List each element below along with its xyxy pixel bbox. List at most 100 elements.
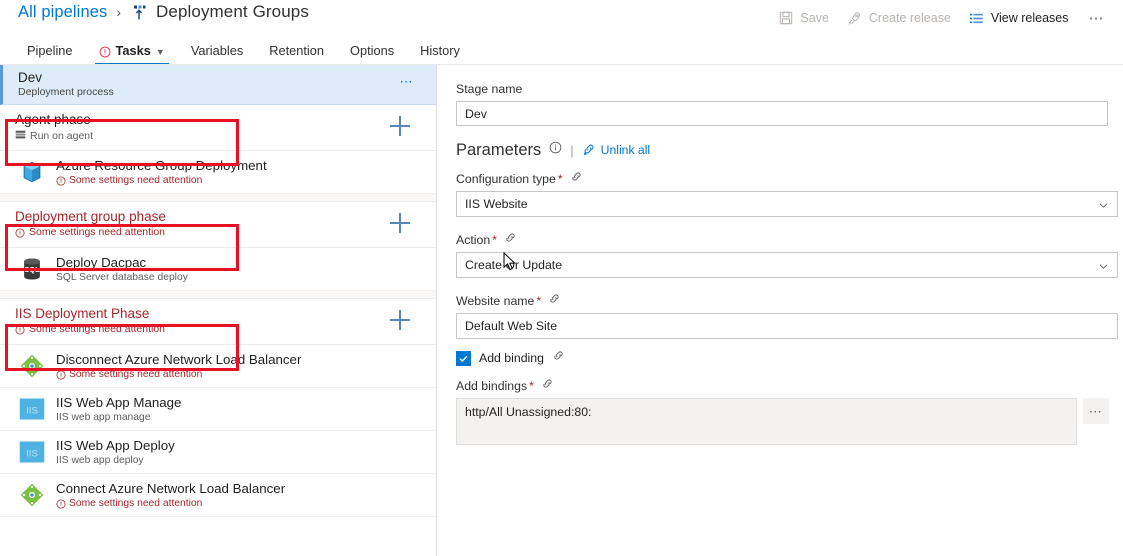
configuration-type-select-wrap: [456, 191, 1118, 217]
link-icon[interactable]: [570, 170, 583, 187]
top-bar: All pipelines › Deployment Groups Save C…: [0, 0, 1123, 36]
page-title: Deployment Groups: [156, 2, 309, 21]
phase-row-agent-phase[interactable]: Agent phase Run on agent: [0, 105, 436, 151]
website-name-label: Website name *: [456, 292, 1109, 309]
required-marker: *: [536, 293, 542, 308]
unlink-all-button[interactable]: Unlink all: [582, 142, 650, 159]
task-row-disconnect-azure-network-load-balancer[interactable]: Disconnect Azure Network Load Balancer S…: [0, 345, 436, 388]
load-balancer-icon: [18, 352, 46, 380]
create-release-button[interactable]: Create release: [839, 6, 959, 30]
task-title: IIS Web App Deploy: [56, 438, 175, 453]
tab-tasks[interactable]: Tasks ▼: [86, 43, 178, 65]
breadcrumb-separator-icon: ›: [116, 4, 122, 20]
svg-text:IIS: IIS: [26, 405, 38, 416]
task-row-iis-web-app-manage[interactable]: IIS IIS Web App Manage IIS web app manag…: [0, 388, 436, 431]
warning-icon: [99, 46, 111, 58]
add-bindings-more-button[interactable]: ⋯: [1083, 398, 1109, 424]
top-action-bar: Save Create release View releases ⋯: [770, 6, 1115, 30]
info-icon[interactable]: [549, 141, 562, 159]
task-title: Deploy Dacpac: [56, 255, 147, 270]
deployment-process-header[interactable]: Dev Deployment process ⋯: [0, 65, 436, 105]
task-subtitle: IIS web app deploy: [56, 455, 144, 466]
add-bindings-row: ⋯: [456, 398, 1109, 445]
view-releases-button[interactable]: View releases: [961, 6, 1077, 30]
task-row-azure-resource-group-deployment[interactable]: Azure Resource Group Deployment Some set…: [0, 151, 436, 194]
tab-options-label: Options: [350, 43, 395, 59]
view-releases-button-label: View releases: [990, 11, 1069, 25]
chevron-down-icon: ▼: [155, 47, 165, 58]
task-subtitle: Some settings need attention: [69, 175, 203, 186]
azure-cube-icon: [18, 158, 46, 186]
tab-tasks-label: Tasks: [115, 43, 151, 59]
more-actions-button[interactable]: ⋯: [1079, 9, 1116, 28]
phase-separator: [0, 194, 436, 202]
required-marker: *: [492, 232, 497, 247]
task-text: Azure Resource Group Deployment Some set…: [56, 157, 267, 187]
sql-icon: SQL: [18, 255, 46, 283]
configuration-type-select[interactable]: [456, 191, 1118, 217]
configuration-type-label-text: Configuration type: [456, 171, 556, 186]
phase-row-iis-deployment-phase[interactable]: IIS Deployment Phase Some settings need …: [0, 299, 436, 345]
task-row-deploy-dacpac[interactable]: SQL Deploy Dacpac SQL Server database de…: [0, 248, 436, 291]
tab-retention[interactable]: Retention: [256, 44, 337, 65]
action-select-wrap: [456, 252, 1118, 278]
add-task-to-deployment-group-phase-button[interactable]: [390, 213, 410, 233]
configuration-type-label: Configuration type *: [456, 170, 1109, 187]
deployment-process-more-button[interactable]: ⋯: [400, 75, 415, 88]
phase-row-deployment-group-phase[interactable]: Deployment group phase Some settings nee…: [0, 202, 436, 248]
save-button[interactable]: Save: [770, 6, 837, 30]
task-row-iis-web-app-deploy[interactable]: IIS IIS Web App Deploy IIS web app deplo…: [0, 431, 436, 474]
task-subtitle-wrap: Some settings need attention: [56, 497, 285, 510]
task-subtitle: Some settings need attention: [69, 369, 203, 380]
task-row-connect-azure-network-load-balancer[interactable]: Connect Azure Network Load Balancer Some…: [0, 474, 436, 517]
iis-icon: IIS: [18, 395, 46, 423]
list-icon: [969, 10, 985, 26]
task-text: Deploy Dacpac SQL Server database deploy: [56, 254, 188, 284]
link-icon[interactable]: [504, 231, 517, 248]
deployment-group-icon: [130, 4, 148, 22]
link-icon[interactable]: [548, 292, 561, 309]
save-icon: [778, 10, 794, 26]
website-name-input[interactable]: [456, 313, 1118, 339]
task-text: IIS Web App Manage IIS web app manage: [56, 394, 181, 424]
breadcrumb-all-pipelines[interactable]: All pipelines: [18, 3, 107, 22]
phase-title: Agent phase: [15, 112, 91, 127]
phase-subtitle-wrap: Run on agent: [15, 129, 436, 144]
task-title: Azure Resource Group Deployment: [56, 158, 267, 173]
load-balancer-icon: [18, 481, 46, 509]
tab-variables-label: Variables: [190, 43, 244, 59]
tab-pipeline[interactable]: Pipeline: [14, 44, 86, 65]
tab-options[interactable]: Options: [337, 43, 407, 65]
action-select[interactable]: [456, 252, 1118, 278]
iis-icon: IIS: [18, 438, 46, 466]
unlink-icon: [582, 142, 596, 159]
deployment-groups-page: All pipelines › Deployment Groups Save C…: [0, 0, 1123, 556]
tab-history[interactable]: History: [407, 44, 473, 65]
parameters-heading: Parameters: [456, 141, 542, 159]
add-bindings-textarea[interactable]: [456, 398, 1077, 445]
action-label: Action *: [456, 231, 1109, 248]
add-binding-label: Add binding: [479, 351, 544, 365]
task-title: IIS Web App Manage: [56, 395, 182, 410]
add-task-to-iis-deployment-phase-button[interactable]: [390, 310, 410, 330]
stage-name-input[interactable]: [456, 101, 1108, 126]
phase-subtitle: Some settings need attention: [29, 323, 166, 335]
task-subtitle: IIS web app manage: [56, 412, 151, 423]
add-bindings-label: Add bindings *: [456, 377, 1109, 394]
stage-settings-panel: Stage name Parameters |: [438, 65, 1123, 556]
warning-icon: [15, 227, 25, 238]
task-text: Disconnect Azure Network Load Balancer S…: [56, 351, 301, 381]
tab-variables[interactable]: Variables: [178, 43, 256, 65]
warning-icon: [56, 369, 66, 380]
rocket-icon: [847, 10, 863, 26]
add-task-to-agent-phase-button[interactable]: [390, 116, 410, 136]
phase-title: Deployment group phase: [15, 209, 166, 224]
action-label-text: Action: [456, 232, 491, 247]
link-icon[interactable]: [552, 349, 565, 367]
link-icon[interactable]: [541, 377, 554, 394]
deployment-process-title: Dev: [18, 70, 43, 85]
phase-separator: [0, 291, 436, 299]
breadcrumb: All pipelines › Deployment Groups: [18, 2, 309, 22]
task-subtitle-wrap: Some settings need attention: [56, 174, 267, 187]
add-binding-checkbox[interactable]: [456, 350, 471, 366]
